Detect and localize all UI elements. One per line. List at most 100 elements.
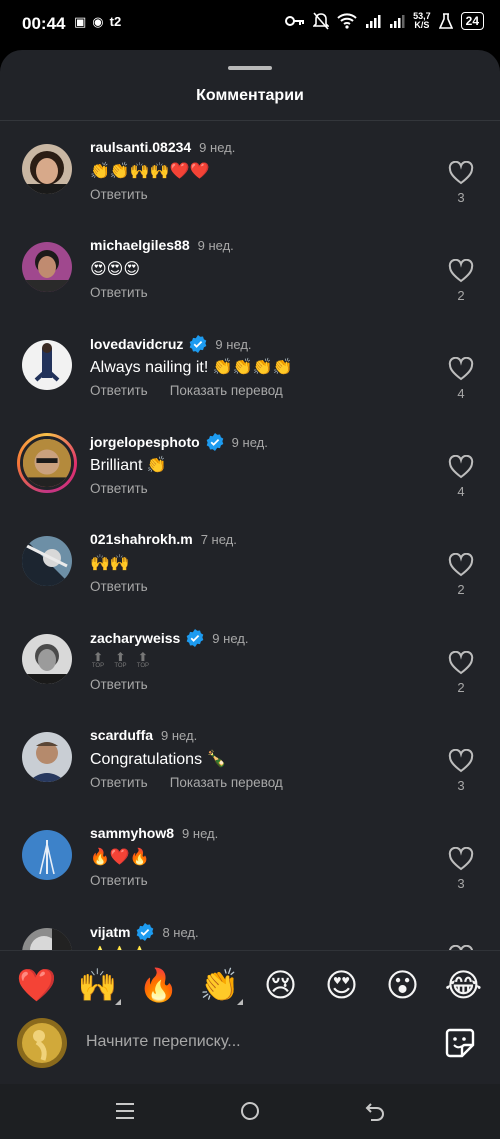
emoji-button[interactable]: 😮: [378, 967, 428, 1003]
emoji-button[interactable]: 🙌: [73, 967, 123, 1005]
comment-time: 9 нед.: [199, 139, 236, 155]
comment-text: Brilliant 👏: [90, 457, 167, 474]
emoji-button[interactable]: ❤️: [12, 967, 62, 1003]
heart-icon[interactable]: [448, 161, 474, 185]
emoji-button[interactable]: 🔥: [134, 967, 184, 1003]
comment-item: jorgelopesphoto 9 нед. Brilliant 👏 Ответ…: [0, 415, 500, 513]
top-arrow-icon: ⬆ TOP: [136, 650, 150, 669]
comment-item: 021shahrokh.m 7 нед. 🙌🙌 Ответить 2: [0, 513, 500, 611]
avatar[interactable]: [22, 242, 72, 292]
avatar-image: [22, 732, 72, 782]
comment-text: ⬆ TOP ⬆ TOP ⬆ TOP: [90, 651, 153, 671]
heart-icon[interactable]: [448, 455, 474, 479]
signal-icon-1: [366, 15, 381, 28]
comment-text: 😍😍😍: [90, 261, 141, 278]
avatar-with-story-ring[interactable]: [17, 433, 77, 493]
avatar[interactable]: [22, 928, 72, 951]
like-count: 3: [457, 876, 465, 891]
mute-bell-icon: [313, 12, 330, 30]
comment-time: 8 нед.: [162, 924, 199, 940]
username[interactable]: michaelgiles88: [90, 237, 190, 253]
verified-icon: [137, 923, 154, 941]
emoji-button[interactable]: 👏: [195, 967, 245, 1005]
like-count: 2: [457, 288, 465, 303]
comment-header: michaelgiles88 9 нед.: [90, 237, 234, 253]
heart-icon[interactable]: [448, 847, 474, 871]
emoji-button[interactable]: 😢: [256, 967, 306, 1003]
verified-icon: [186, 629, 204, 647]
home-icon[interactable]: [238, 1099, 262, 1123]
comment-header: lovedavidcruz 9 нед.: [90, 335, 252, 353]
comment-header: jorgelopesphoto 9 нед.: [90, 433, 268, 451]
heart-icon[interactable]: [448, 749, 474, 773]
reply-button[interactable]: Ответить: [90, 383, 148, 398]
current-user-avatar: [17, 1018, 67, 1068]
reply-button[interactable]: Ответить: [90, 481, 148, 496]
like-count: 2: [457, 582, 465, 597]
reply-button[interactable]: Ответить: [90, 187, 148, 202]
like-count: 4: [457, 484, 465, 499]
reply-button[interactable]: Ответить: [90, 677, 148, 692]
comments-sheet: Комментарии raulsanti.08234 9 нед. 👏👏🙌🙌❤…: [0, 50, 500, 1084]
username[interactable]: lovedavidcruz: [90, 336, 183, 352]
reply-button[interactable]: Ответить: [90, 285, 148, 300]
heart-icon[interactable]: [448, 259, 474, 283]
verified-icon: [206, 433, 223, 451]
comment-text: 🔥❤️🔥: [90, 849, 150, 866]
sim-icon: ▣: [74, 14, 87, 29]
system-navigation-bar: [0, 1084, 500, 1139]
avatar[interactable]: [22, 340, 72, 390]
back-icon[interactable]: [363, 1099, 387, 1123]
reply-button[interactable]: Ответить: [90, 579, 148, 594]
avatar-image: [22, 830, 72, 880]
emoji-button[interactable]: 😍: [317, 967, 367, 1003]
comment-actions: Ответить Показать перевод: [90, 383, 283, 398]
username[interactable]: zacharyweiss: [90, 630, 180, 646]
username[interactable]: 021shahrokh.m: [90, 531, 193, 547]
emoji-button[interactable]: 😂: [439, 967, 489, 1003]
comment-header: scarduffa 9 нед.: [90, 727, 197, 743]
like-count: 3: [457, 190, 465, 205]
show-translation-button[interactable]: Показать перевод: [170, 383, 283, 398]
comment-text: 👏👏🙌🙌❤️❤️: [90, 163, 210, 180]
username[interactable]: sammyhow8: [90, 825, 174, 841]
username[interactable]: jorgelopesphoto: [90, 434, 200, 450]
avatar[interactable]: [22, 732, 72, 782]
sheet-title: Комментарии: [196, 87, 304, 104]
menu-icon[interactable]: [113, 1099, 137, 1123]
top-arrow-icon: ⬆ TOP: [91, 650, 105, 669]
verified-icon: [190, 335, 207, 353]
flask-icon: [438, 13, 453, 29]
show-translation-button[interactable]: Показать перевод: [170, 775, 283, 790]
avatar[interactable]: [22, 536, 72, 586]
comment-actions: Ответить: [90, 873, 148, 888]
avatar-image: [22, 144, 72, 194]
skin-tone-hint-icon: [236, 998, 243, 1005]
reply-button[interactable]: Ответить: [90, 775, 148, 790]
comment-item: lovedavidcruz 9 нед. Always nailing it! …: [0, 317, 500, 415]
heart-icon[interactable]: [448, 553, 474, 577]
username[interactable]: scarduffa: [90, 727, 153, 743]
avatar[interactable]: [22, 634, 72, 684]
username[interactable]: raulsanti.08234: [90, 139, 191, 155]
username[interactable]: vijatm: [90, 924, 130, 940]
comment-actions: Ответить: [90, 481, 148, 496]
carrier-label: t2: [109, 14, 122, 29]
reply-button[interactable]: Ответить: [90, 873, 148, 888]
comment-input[interactable]: Начните переписку...: [86, 1033, 241, 1051]
comment-item: sammyhow8 9 нед. 🔥❤️🔥 Ответить 3: [0, 807, 500, 905]
comment-header: sammyhow8 9 нед.: [90, 825, 218, 841]
comment-header: 021shahrokh.m 7 нед.: [90, 531, 237, 547]
sheet-grabber[interactable]: [228, 66, 272, 70]
status-time: 00:44: [22, 14, 66, 33]
comment-item: vijatm 8 нед. ⭐⭐⭐: [0, 905, 500, 951]
avatar[interactable]: [22, 830, 72, 880]
heart-icon[interactable]: [448, 357, 474, 381]
comment-text: Always nailing it! 👏👏👏👏: [90, 359, 293, 376]
comments-list[interactable]: raulsanti.08234 9 нед. 👏👏🙌🙌❤️❤️ Ответить…: [0, 121, 500, 951]
avatar-image: [17, 1018, 67, 1068]
avatar[interactable]: [22, 144, 72, 194]
heart-icon[interactable]: [448, 651, 474, 675]
comment-time: 9 нед.: [212, 630, 249, 646]
sticker-icon[interactable]: [444, 1027, 476, 1059]
